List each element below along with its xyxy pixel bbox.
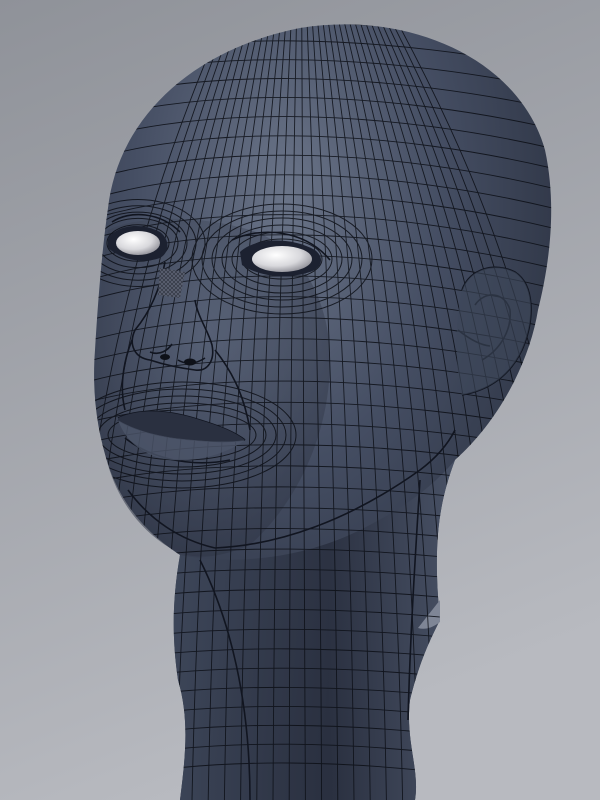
3d-viewport[interactable]: [0, 0, 600, 800]
head-render: [0, 0, 600, 800]
